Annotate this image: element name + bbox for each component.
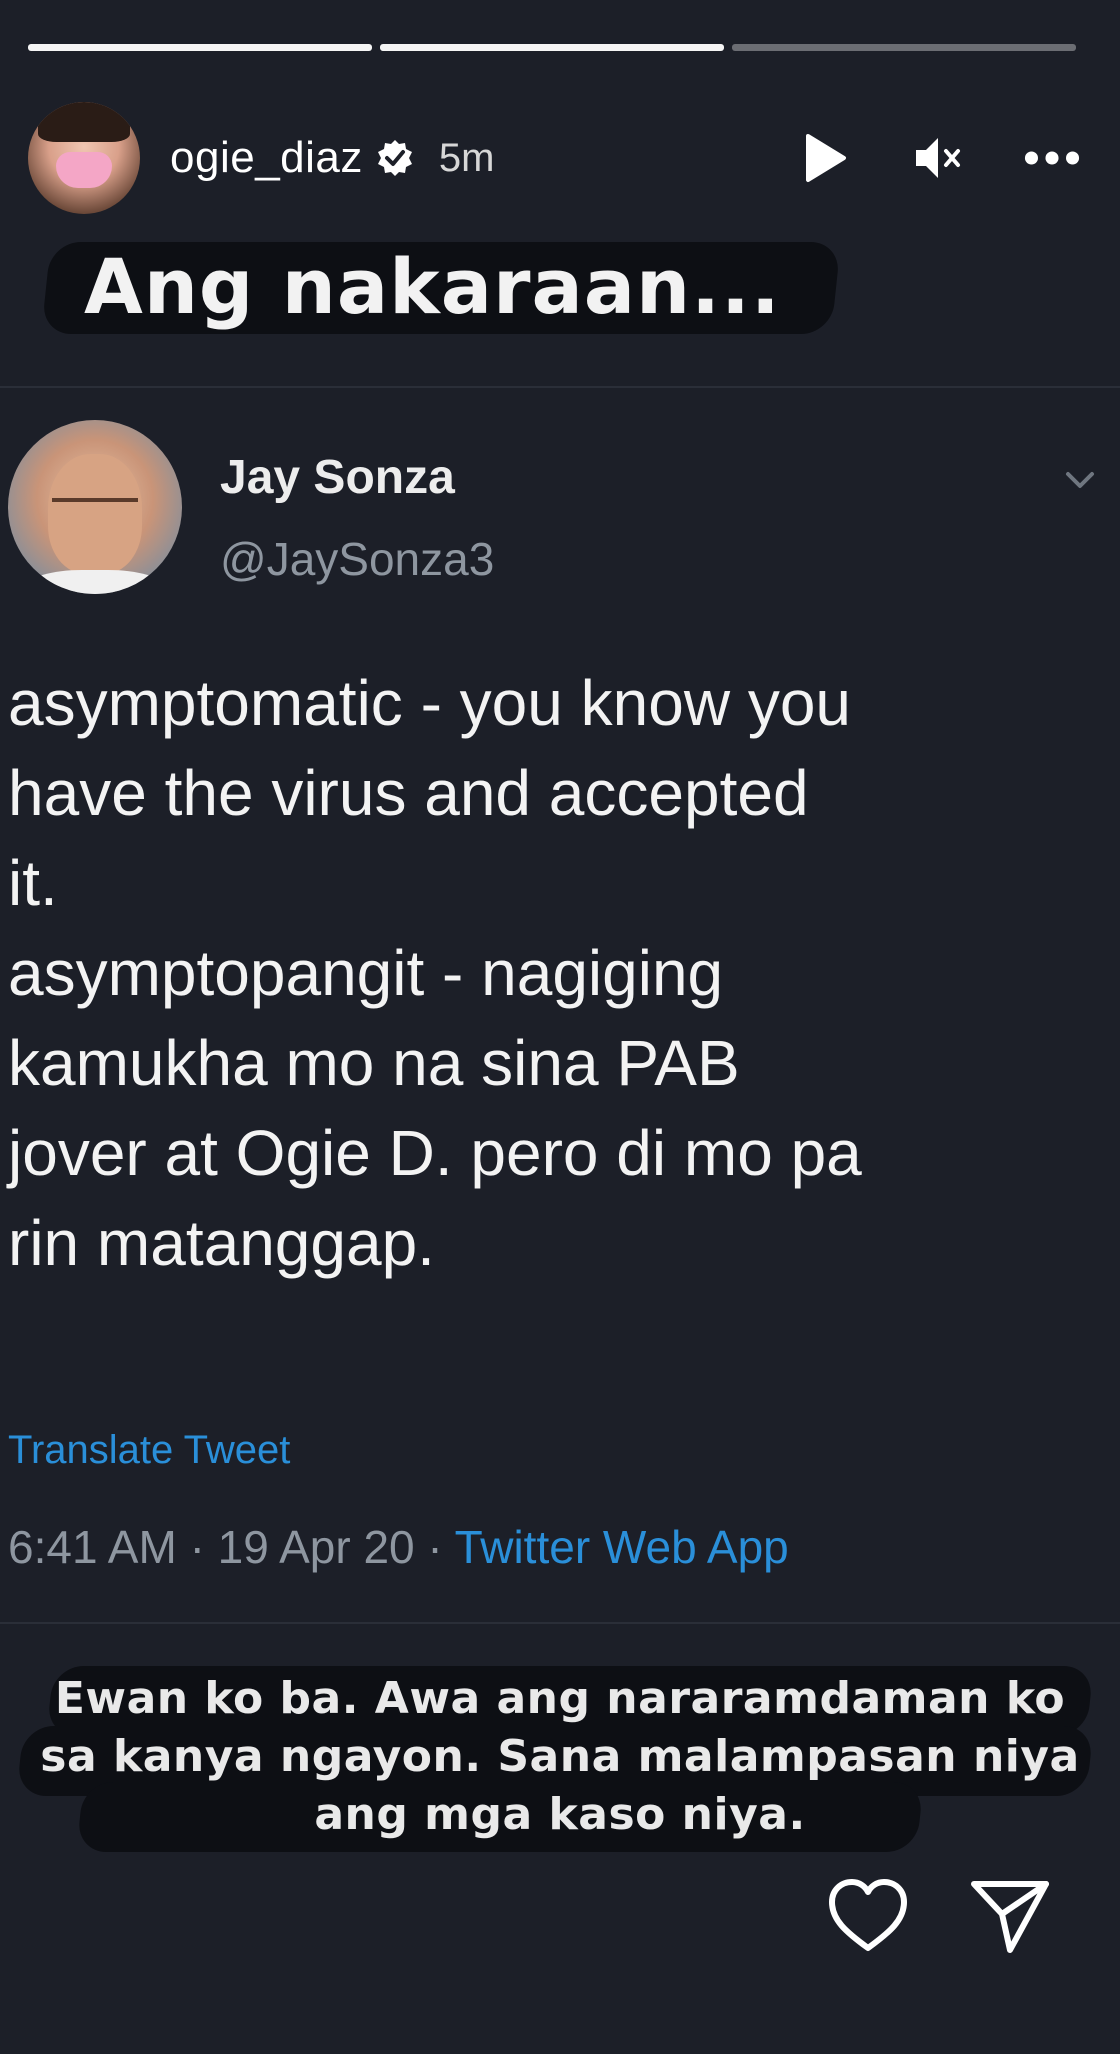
story-header: ogie_diaz 5m [28,96,1080,220]
caption-banner-top: Ang nakaraan... [41,232,846,344]
tweet-time: 6:41 AM [8,1521,177,1573]
story-progress [28,44,1076,51]
story-screen: ogie_diaz 5m Ang nakaraan... Jay Sonza @… [0,0,1120,2054]
username[interactable]: ogie_diaz [170,133,363,183]
tweet-date: 19 Apr 20 [217,1521,415,1573]
tweet-text: asymptomatic - you know you have the vir… [8,667,862,1279]
tweet-author-name[interactable]: Jay Sonza [220,450,455,505]
caption-top-text: Ang nakaraan... [84,242,781,331]
play-icon [806,134,846,182]
chevron-down-icon[interactable] [1060,460,1100,500]
more-icon [1024,151,1080,165]
mute-button[interactable] [910,130,966,186]
progress-fill [380,44,724,51]
caption-bottom-text: Ewan ko ba. Awa ang nararamdaman ko sa k… [40,1673,1080,1840]
tweet-card: Jay Sonza @JaySonza3 asymptomatic - you … [0,420,1120,1620]
tweet-meta: 6:41 AM · 19 Apr 20 · Twitter Web App [8,1520,789,1574]
avatar-mask [56,152,112,188]
avatar-hair [38,102,130,142]
meta-separator: · [427,1521,443,1573]
meta-separator: · [189,1521,205,1573]
avatar-glasses [52,498,138,520]
play-button[interactable] [796,130,852,186]
story-footer-actions [824,1872,1054,1960]
divider [0,386,1120,388]
progress-segment [380,44,724,51]
divider [0,1622,1120,1624]
tweet-avatar[interactable] [8,420,182,594]
more-button[interactable] [1024,130,1080,186]
tweet-author-handle[interactable]: @JaySonza3 [220,532,494,586]
avatar[interactable] [28,102,140,214]
send-icon [971,1881,1049,1953]
verified-badge-icon [377,140,412,176]
caption-banner-bottom: Ewan ko ba. Awa ang nararamdaman ko sa k… [16,1660,1100,1860]
post-time: 5m [438,135,495,180]
mute-icon [916,138,960,178]
like-button[interactable] [824,1872,912,1960]
tweet-source-link[interactable]: Twitter Web App [455,1521,789,1573]
translate-tweet-link[interactable]: Translate Tweet [8,1428,290,1473]
header-actions [796,130,1080,186]
heart-icon [829,1879,907,1951]
progress-fill [28,44,372,51]
share-button[interactable] [966,1872,1054,1960]
avatar-shirt [28,570,162,594]
progress-segment [28,44,372,51]
progress-segment [732,44,1076,51]
